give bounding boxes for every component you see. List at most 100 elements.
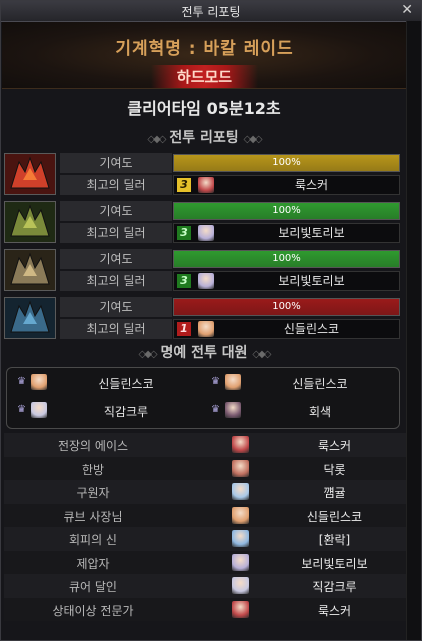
dealer-name[interactable]: 신들린스코 [224, 320, 399, 338]
award-player-name[interactable]: 직감크루 [262, 578, 407, 595]
avatar [232, 600, 249, 618]
contribution-label: 기여도 [60, 153, 172, 173]
contribution-value: 100% [272, 301, 301, 312]
award-title: 한방 [81, 462, 105, 477]
award-title: 제압자 [76, 556, 110, 571]
contribution-label: 기여도 [60, 249, 172, 269]
crown-icon: ♛ [211, 404, 220, 415]
difficulty-badge: 하드모드 [150, 65, 259, 88]
top-dealer-label: 최고의 딜러 [60, 175, 172, 195]
honor-member[interactable]: ♛ 회색 [205, 400, 395, 422]
close-icon[interactable]: ✕ [401, 2, 413, 18]
avatar [198, 177, 214, 193]
blue-dragon-portrait [4, 297, 56, 339]
honor-section-header: ◇◆◇ 명예 전투 대원 ◇◆◇ [1, 342, 407, 362]
raid-banner: 기계혁명 : 바칼 레이드 하드모드 [2, 22, 407, 89]
crown-icon: ♛ [17, 376, 26, 387]
award-title: 구원자 [76, 486, 110, 500]
report-section-header: ◇◆◇ 전투 리포팅 ◇◆◇ [1, 127, 407, 147]
battle-report-window: 전투 리포팅 ✕ 기계혁명 : 바칼 레이드 하드모드 클리어타임 05분12초… [0, 0, 422, 641]
contribution-bar: 100% [173, 250, 400, 268]
rank-badge: 1 [177, 322, 191, 336]
party-report-row: 기여도 최고의 딜러 100% 1 신들린스코 [4, 297, 400, 341]
green-dragon-portrait [4, 201, 56, 243]
award-player-name[interactable]: 신들린스코 [262, 508, 407, 525]
avatar [232, 506, 249, 524]
award-row: 제압자 보리빛토리보 [4, 550, 407, 574]
avatar [232, 553, 249, 571]
gold-dragon-portrait [4, 249, 56, 291]
dealer-name[interactable]: 보리빛토리보 [224, 224, 399, 242]
top-dealer-cell: 1 신들린스코 [173, 319, 400, 339]
ornament-right-icon: ◇◆◇ [243, 134, 263, 145]
raid-name: 기계혁명 : 바칼 레이드 [115, 39, 294, 59]
contribution-value: 100% [272, 157, 301, 168]
award-title: 회피의 신 [69, 533, 117, 547]
honor-member-name: 회색 [308, 405, 332, 419]
contribution-bar: 100% [173, 298, 400, 316]
avatar [232, 459, 249, 477]
award-player-name[interactable]: 꺰귤 [262, 484, 407, 501]
award-player-name[interactable]: 룩스커 [262, 602, 407, 619]
award-row: 큐어 달인 직감크루 [4, 574, 407, 598]
avatar [198, 273, 214, 289]
rank-badge: 3 [177, 226, 191, 240]
honor-member[interactable]: ♛ 신들린스코 [205, 372, 395, 394]
dealer-name[interactable]: 룩스커 [224, 176, 399, 194]
award-row: 상태이상 전문가 룩스커 [4, 597, 407, 621]
awards-list: 전장의 에이스 룩스커 한방 닥롯 구원자 꺰귤 큐브 사장님 신들린스코 회피의 신 [환락] 제… [4, 433, 407, 621]
crown-icon: ♛ [211, 376, 220, 387]
rank-badge: 3 [177, 178, 191, 192]
contribution-label: 기여도 [60, 201, 172, 221]
award-row: 구원자 꺰귤 [4, 480, 407, 504]
award-title: 전장의 에이스 [57, 439, 129, 453]
honor-member[interactable]: ♛ 직감크루 [11, 400, 201, 422]
red-dragon-portrait [4, 153, 56, 195]
rank-badge: 3 [177, 274, 191, 288]
avatar [232, 436, 249, 453]
honor-member-name: 직감크루 [103, 405, 149, 419]
avatar [232, 577, 249, 594]
top-dealer-label: 최고의 딜러 [60, 319, 172, 339]
contribution-bar: 100% [173, 202, 400, 220]
dealer-name[interactable]: 보리빛토리보 [224, 272, 399, 290]
avatar [31, 402, 47, 418]
award-player-name[interactable]: 닥롯 [262, 461, 407, 478]
avatar [232, 483, 249, 500]
award-player-name[interactable]: 룩스커 [262, 437, 407, 454]
honor-member[interactable]: ♛ 신들린스코 [11, 372, 201, 394]
scrollbar[interactable] [406, 21, 421, 640]
party-report-row: 기여도 최고의 딜러 100% 3 룩스커 [4, 153, 400, 197]
avatar [31, 374, 47, 390]
avatar [225, 374, 241, 390]
party-report-row: 기여도 최고의 딜러 100% 3 보리빛토리보 [4, 249, 400, 293]
ornament-left-icon: ◇◆◇ [138, 349, 158, 360]
top-dealer-label: 최고의 딜러 [60, 223, 172, 243]
avatar [198, 225, 214, 241]
ornament-right-icon: ◇◆◇ [252, 349, 271, 360]
honor-section-title: 명예 전투 대원 [160, 345, 248, 361]
avatar [225, 402, 241, 418]
top-dealer-label: 최고의 딜러 [60, 271, 172, 291]
avatar [232, 530, 249, 547]
avatar [198, 321, 214, 337]
window-title: 전투 리포팅 [181, 4, 241, 19]
contribution-value: 100% [272, 253, 301, 264]
award-player-name[interactable]: 보리빛토리보 [262, 555, 407, 572]
clear-time: 클리어타임 05분12초 [127, 99, 281, 118]
contribution-label: 기여도 [60, 297, 172, 317]
award-row: 큐브 사장님 신들린스코 [4, 503, 407, 527]
award-row: 전장의 에이스 룩스커 [4, 433, 407, 457]
report-section-title: 전투 리포팅 [169, 130, 239, 146]
award-title: 큐어 달인 [69, 580, 117, 594]
party-report-row: 기여도 최고의 딜러 100% 3 보리빛토리보 [4, 201, 400, 245]
honor-member-name: 신들린스코 [292, 377, 348, 391]
award-title: 큐브 사장님 [63, 509, 123, 524]
award-player-name[interactable]: [환락] [262, 531, 407, 548]
title-bar[interactable]: 전투 리포팅 ✕ [1, 1, 421, 22]
honor-members-panel: ♛ 신들린스코 ♛ 신들린스코 ♛ 직감크루 ♛ 회색 [6, 367, 400, 429]
top-dealer-cell: 3 보리빛토리보 [173, 223, 400, 243]
contribution-bar: 100% [173, 154, 400, 172]
top-dealer-cell: 3 보리빛토리보 [173, 271, 400, 291]
ornament-left-icon: ◇◆◇ [147, 134, 166, 145]
